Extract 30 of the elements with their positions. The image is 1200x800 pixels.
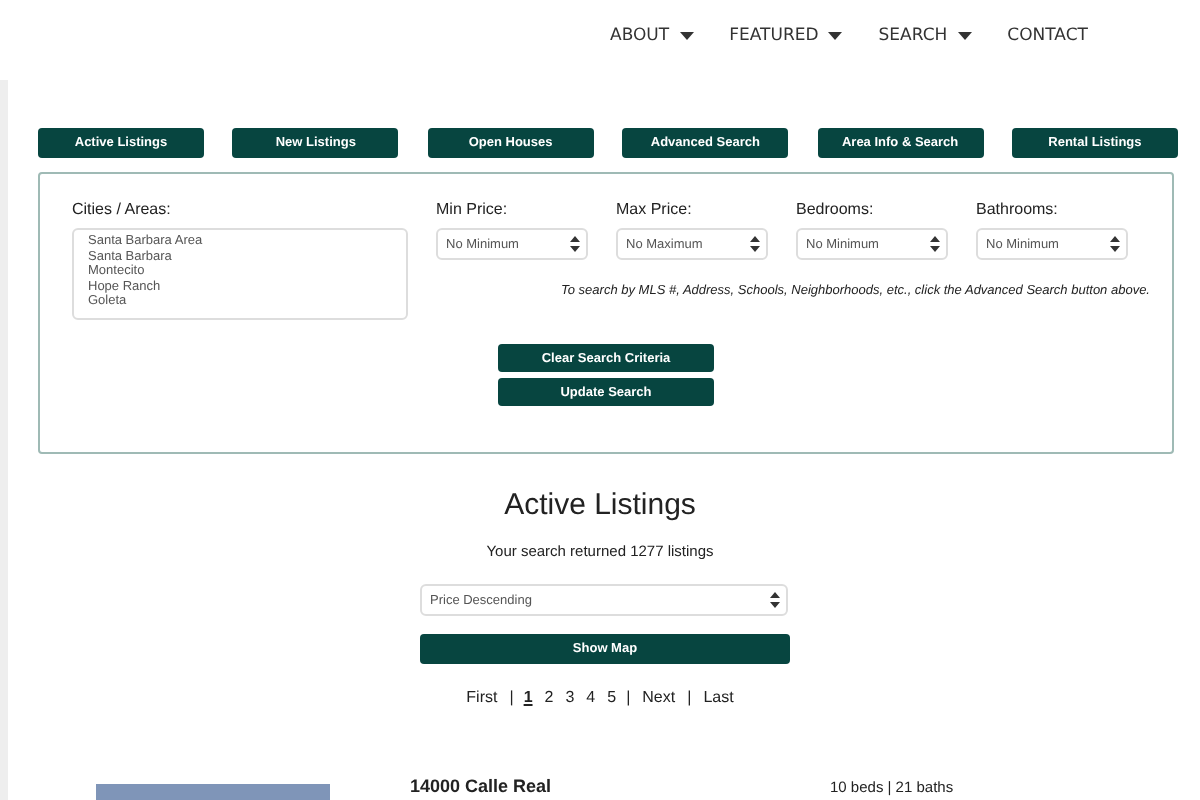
page-link[interactable]: 2: [542, 688, 556, 710]
nav-link[interactable]: FEATURED: [729, 24, 843, 48]
page-link[interactable]: 1: [521, 688, 535, 710]
caret-icon: [828, 32, 843, 40]
caret-icon: [679, 32, 694, 40]
listing-address[interactable]: 14000 Calle Real: [410, 776, 552, 798]
select-arrows-icon: [930, 236, 940, 252]
section-title: Active Listings: [502, 486, 698, 526]
nav-link[interactable]: CONTACT: [1007, 24, 1088, 48]
separator: |: [509, 688, 514, 710]
select-arrows-icon: [770, 592, 780, 608]
page-link[interactable]: 3: [563, 688, 577, 710]
page-link[interactable]: 5: [605, 688, 619, 710]
pager-link[interactable]: Next: [638, 688, 680, 710]
field-label: Min Price:: [436, 200, 510, 222]
nav-link[interactable]: ABOUT: [610, 24, 694, 48]
separator: |: [626, 688, 631, 710]
select-arrows-icon: [1110, 236, 1120, 252]
field-label: Bedrooms:: [796, 200, 876, 222]
field-label: Bathrooms:: [976, 200, 1060, 222]
select-arrows-icon: [750, 236, 760, 252]
pager-link[interactable]: Last: [699, 688, 738, 710]
page-link[interactable]: 4: [584, 688, 598, 710]
caret-icon: [957, 32, 972, 40]
separator: |: [687, 688, 692, 710]
nav-link[interactable]: SEARCH: [878, 24, 972, 48]
field-label: Cities / Areas:: [72, 200, 173, 222]
field-label: Max Price:: [616, 200, 694, 222]
pager-link[interactable]: First: [462, 688, 502, 710]
select-arrows-icon: [570, 236, 580, 252]
